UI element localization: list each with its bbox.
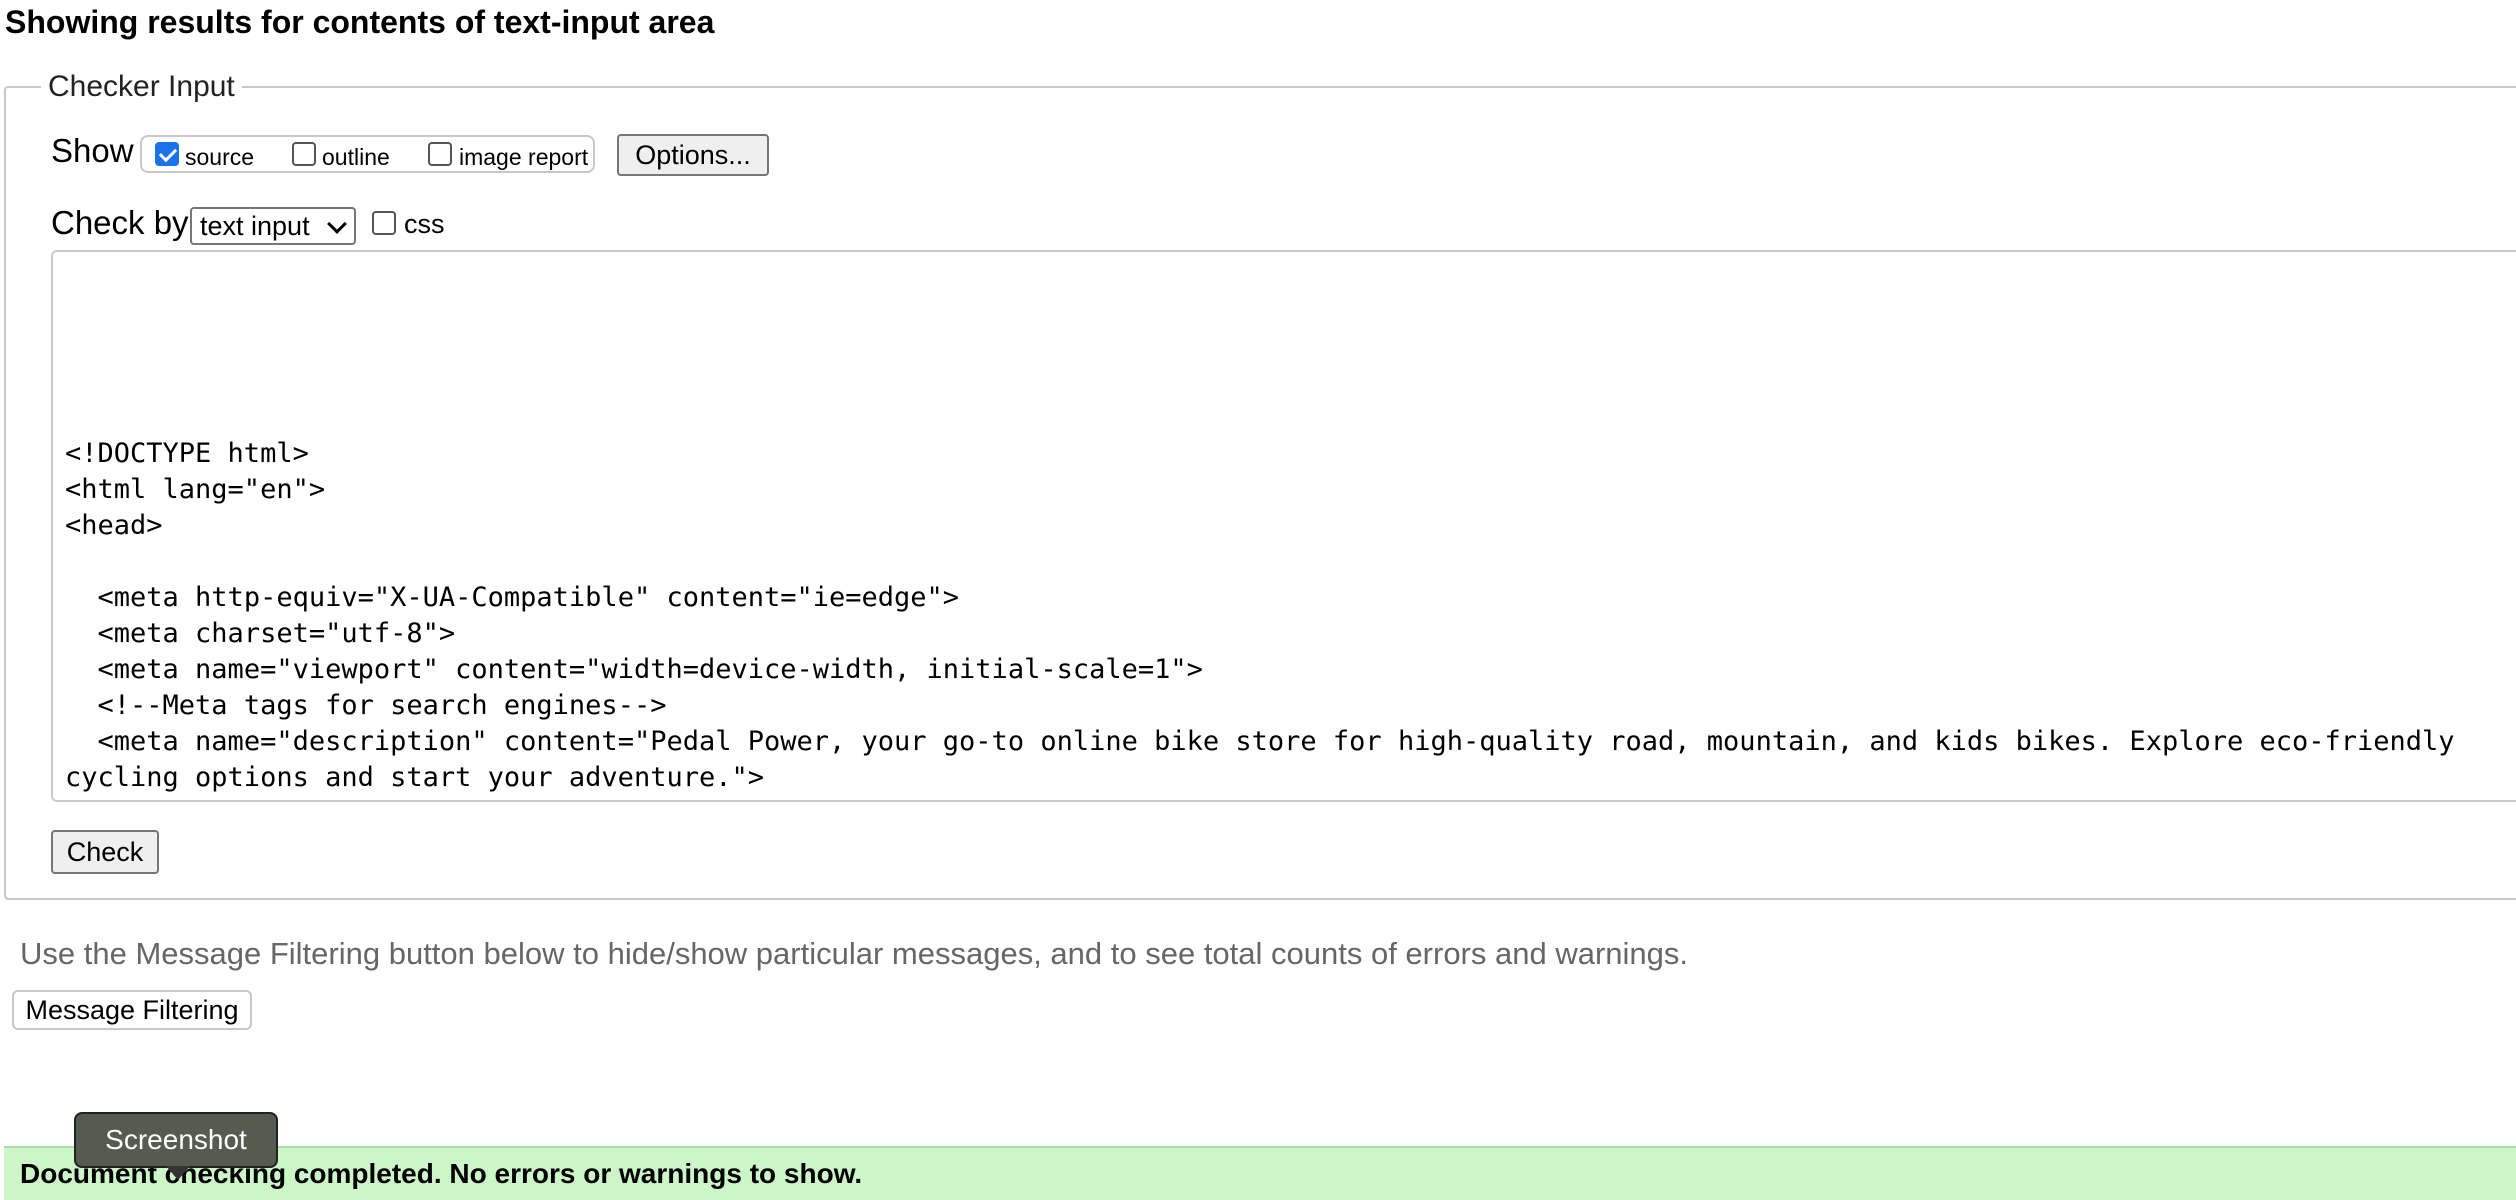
tooltip-arrow-icon [166,1166,190,1180]
validator-page: Showing results for contents of text-inp… [0,0,2516,1200]
chevron-down-icon [327,214,347,234]
screenshot-tooltip: Screenshot [74,1112,278,1168]
checker-input-legend: Checker Input [48,70,235,103]
show-image-report-label: image report [459,144,589,170]
show-label: Show [51,132,134,169]
show-outline-checkbox[interactable] [292,142,316,166]
show-image-report-checkbox[interactable] [428,142,452,166]
show-outline-label: outline [322,144,390,170]
check-by-label: Check by [51,204,189,241]
show-source-label: source [185,144,255,170]
check-button[interactable]: Check [51,830,159,874]
source-textarea[interactable]: <!DOCTYPE html> <html lang="en"> <head> … [51,250,2516,802]
message-filtering-button[interactable]: Message Filtering [12,990,252,1030]
show-source-checkbox[interactable] [155,142,179,166]
source-textarea-content: <!DOCTYPE html> <html lang="en"> <head> … [65,438,2455,800]
css-checkbox[interactable] [372,211,396,235]
css-checkbox-label: css [404,209,445,239]
options-button[interactable]: Options... [617,134,769,176]
check-by-select-value: text input [200,211,310,241]
page-heading: Showing results for contents of text-inp… [5,4,715,40]
check-by-select[interactable]: text input [190,207,356,245]
message-filtering-hint: Use the Message Filtering button below t… [20,936,1689,971]
